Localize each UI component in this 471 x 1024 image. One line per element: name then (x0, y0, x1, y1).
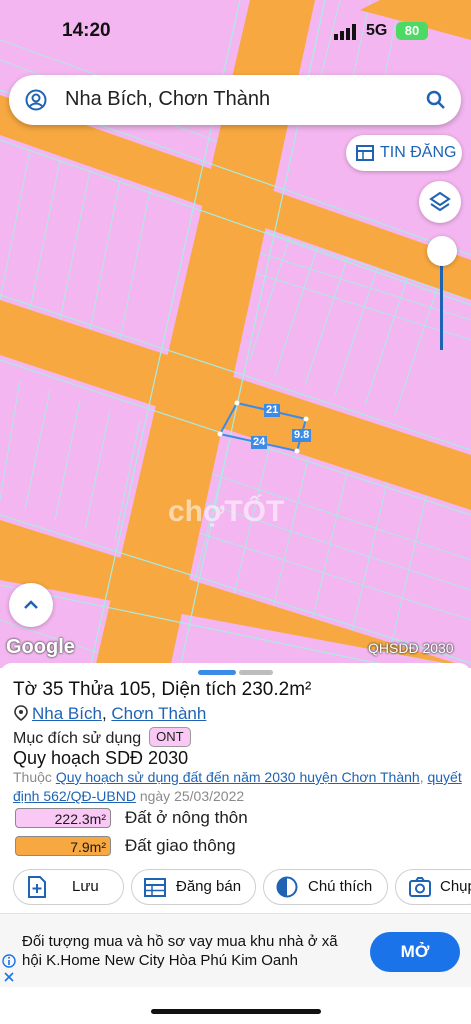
google-logo: Google (6, 636, 75, 658)
location-separator: , (101, 704, 112, 723)
status-time: 14:20 (62, 20, 111, 41)
legend-label: Chú thích (308, 878, 373, 895)
account-icon[interactable] (25, 89, 47, 111)
plan-source: Thuộc Quy hoạch sử dụng đất đến năm 2030… (13, 768, 463, 806)
legend-value-residential: 222.3m² (15, 808, 111, 828)
purpose-code-badge: ONT (149, 727, 191, 747)
map-view[interactable]: 21 9.8 24 chợTỐT 14:20 5G 80 Nha Bích, C… (0, 0, 471, 668)
search-icon[interactable] (425, 89, 447, 111)
sheet-tab-indicator-active[interactable] (198, 670, 236, 675)
save-button[interactable]: Lưu (13, 869, 124, 905)
plot-width-label: 9.8 (292, 429, 312, 442)
layer-label: QHSDĐ 2030 (368, 640, 454, 656)
network-type: 5G (366, 22, 388, 39)
capture-label: Chụp (440, 878, 471, 895)
plot-length-label: 21 (264, 404, 281, 417)
signal-icon (334, 24, 356, 40)
purpose-label: Mục đích sử dụng (13, 730, 142, 747)
calendar-list-icon (356, 145, 374, 161)
location-pin-icon (14, 705, 28, 721)
battery-icon: 80 (396, 22, 428, 40)
tin-dang-label: TIN ĐĂNG (380, 144, 457, 161)
opacity-slider-handle[interactable] (427, 236, 457, 266)
tin-dang-button[interactable]: TIN ĐĂNG (346, 135, 462, 171)
search-bar[interactable]: Nha Bích, Chơn Thành (9, 75, 461, 125)
ad-close-icon[interactable] (3, 971, 15, 983)
ad-banner[interactable]: Đối tượng mua và hồ sơ vay mua khu nhà ở… (0, 913, 471, 987)
camera-icon (409, 877, 431, 897)
legend-label-road: Đất giao thông (125, 836, 236, 855)
location-link-commune[interactable]: Nha Bích (32, 704, 102, 723)
ad-open-button[interactable]: MỞ (370, 932, 460, 972)
contrast-icon (276, 876, 298, 898)
ad-info-icon[interactable] (2, 954, 16, 968)
search-input[interactable]: Nha Bích, Chơn Thành (65, 88, 270, 111)
belongs-prefix: Thuộc (13, 769, 56, 785)
legend-label-residential: Đất ở nông thôn (125, 808, 248, 827)
save-label: Lưu (72, 878, 99, 895)
plan-title: Quy hoạch SDĐ 2030 (13, 748, 189, 768)
location-link-district[interactable]: Chơn Thành (111, 704, 206, 723)
legend-value-road: 7.9m² (15, 836, 111, 856)
decision-date: ngày 25/03/2022 (135, 788, 245, 804)
plot-length-label: 24 (251, 436, 268, 449)
chevron-up-icon (24, 600, 38, 609)
capture-button[interactable]: Chụp (395, 869, 471, 905)
watermark: chợTỐT (168, 495, 285, 528)
sheet-tab-indicator[interactable] (239, 670, 273, 675)
post-for-sale-button[interactable]: Đăng bán (131, 869, 256, 905)
parcel-title: Tờ 35 Thửa 105, Diện tích 230.2m² (13, 679, 312, 700)
home-indicator[interactable] (151, 1009, 321, 1014)
plan-link[interactable]: Quy hoạch sử dụng đất đến năm 2030 huyện… (56, 769, 420, 785)
expand-button[interactable] (9, 583, 53, 627)
land-use-purpose: Mục đích sử dụng ONT (13, 727, 191, 748)
layers-icon (429, 191, 451, 212)
parcel-location: Nha Bích, Chơn Thành (14, 704, 206, 724)
calendar-list-icon (144, 878, 166, 897)
post-for-sale-label: Đăng bán (176, 878, 242, 895)
layers-button[interactable] (419, 181, 461, 223)
ad-text[interactable]: Đối tượng mua và hồ sơ vay mua khu nhà ở… (22, 932, 352, 970)
legend-button[interactable]: Chú thích (263, 869, 388, 905)
add-document-icon (28, 876, 46, 898)
